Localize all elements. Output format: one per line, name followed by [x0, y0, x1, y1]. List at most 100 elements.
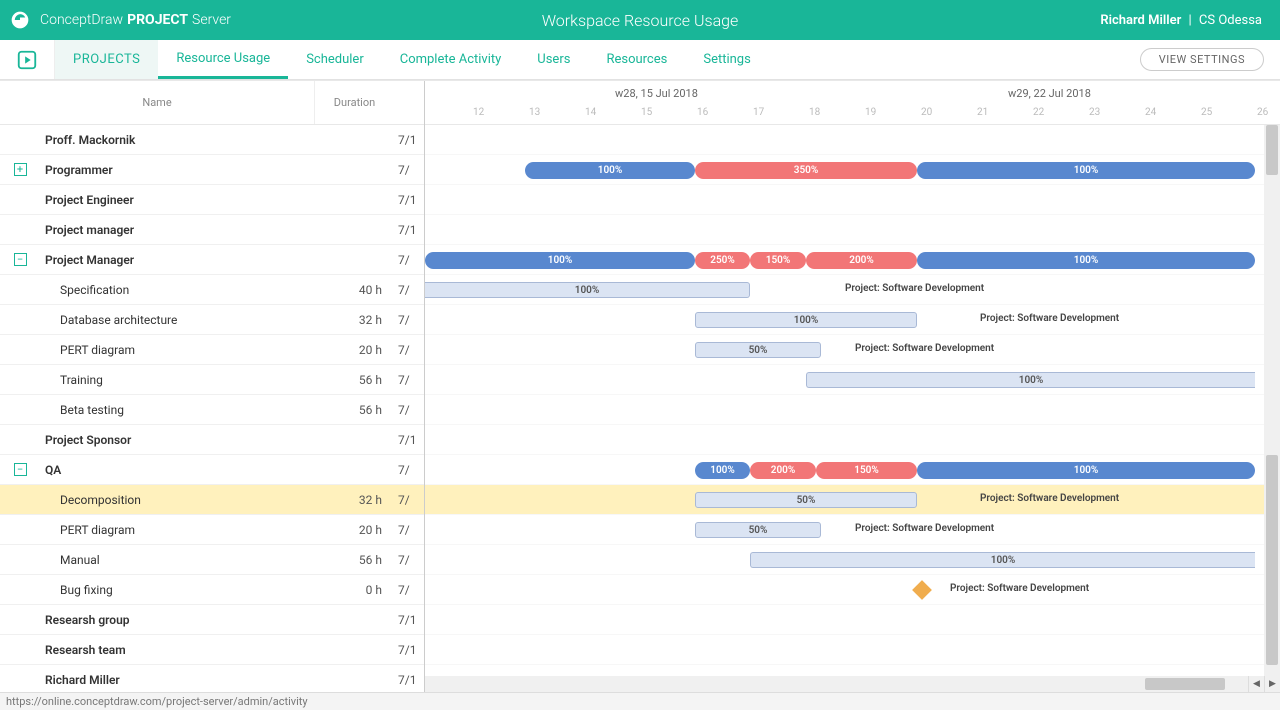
gantt-row[interactable]: [425, 185, 1280, 215]
table-row[interactable]: PERT diagram20 h7/: [0, 515, 424, 545]
timeline-day-label: 17: [753, 107, 764, 118]
table-row[interactable]: Project Sponsor7/1: [0, 425, 424, 455]
brand-part-b: PROJECT: [127, 12, 188, 28]
right-panel: w28, 15 Jul 2018w29, 22 Jul 201812131415…: [425, 81, 1280, 692]
row-name: QA: [40, 463, 314, 477]
table-row[interactable]: +Programmer7/: [0, 155, 424, 185]
tab-resource-usage[interactable]: Resource Usage: [158, 40, 288, 79]
task-bar[interactable]: 50%: [695, 342, 821, 358]
table-row[interactable]: Project Engineer7/1: [0, 185, 424, 215]
gantt-row[interactable]: Project: Software Development: [425, 575, 1280, 605]
status-bar: https://online.conceptdraw.com/project-s…: [0, 692, 1280, 710]
table-row[interactable]: Manual56 h7/: [0, 545, 424, 575]
row-extra: 7/: [394, 463, 424, 477]
table-row[interactable]: Decomposition32 h7/: [0, 485, 424, 515]
overload-bar[interactable]: 150%: [816, 462, 917, 479]
table-row[interactable]: Proff. Mackornik7/1: [0, 125, 424, 155]
table-row[interactable]: Training56 h7/: [0, 365, 424, 395]
table-row[interactable]: −Project Manager7/: [0, 245, 424, 275]
brand-part-c: Server: [192, 12, 231, 28]
tab-resources[interactable]: Resources: [588, 40, 685, 79]
gantt-row[interactable]: 100%: [425, 365, 1280, 395]
vscroll-thumb[interactable]: [1266, 455, 1278, 665]
gantt-row[interactable]: 50% Project: Software Development: [425, 515, 1280, 545]
timeline-day-label: 18: [809, 107, 820, 118]
row-name: Researsh group: [40, 613, 314, 627]
table-row[interactable]: Researsh group7/1: [0, 605, 424, 635]
gantt-area[interactable]: 100%350%100%100%250%150%200%100%100%Proj…: [425, 125, 1280, 692]
task-bar[interactable]: 100%: [750, 552, 1255, 568]
gantt-row[interactable]: 50%Project: Software Development: [425, 335, 1280, 365]
vertical-scrollbar[interactable]: [1264, 125, 1280, 692]
gantt-row[interactable]: [425, 395, 1280, 425]
gantt-row[interactable]: [425, 425, 1280, 455]
milestone-icon[interactable]: [912, 580, 932, 600]
row-name: Beta testing: [40, 403, 314, 417]
allocation-bar[interactable]: 100%: [425, 252, 695, 269]
allocation-bar[interactable]: 100%: [917, 462, 1255, 479]
view-settings-button[interactable]: VIEW SETTINGS: [1140, 48, 1264, 71]
user-info[interactable]: Richard Miller | CS Odessa: [1100, 13, 1262, 28]
tab-complete-activity[interactable]: Complete Activity: [382, 40, 520, 79]
gantt-row[interactable]: 100%: [425, 545, 1280, 575]
table-row[interactable]: Richard Miller7/1: [0, 665, 424, 692]
gantt-row[interactable]: [425, 125, 1280, 155]
gantt-row[interactable]: 100%200%150%100%: [425, 455, 1280, 485]
allocation-bar[interactable]: 100%: [525, 162, 695, 179]
task-bar[interactable]: 100%: [695, 312, 917, 328]
overload-bar[interactable]: 200%: [806, 252, 917, 269]
gantt-row[interactable]: 100%250%150%200%100%: [425, 245, 1280, 275]
expand-icon[interactable]: +: [14, 163, 27, 176]
tab-projects[interactable]: PROJECTS: [55, 40, 158, 79]
overload-bar[interactable]: 150%: [750, 252, 806, 269]
table-row[interactable]: −QA 7/: [0, 455, 424, 485]
task-bar[interactable]: 50%: [695, 522, 821, 538]
hscroll-thumb[interactable]: [1145, 678, 1225, 690]
project-label: Project: Software Development: [855, 523, 994, 534]
task-bar[interactable]: 100%: [425, 282, 750, 298]
project-label: Project: Software Development: [950, 583, 1089, 594]
timeline-day-label: 14: [585, 107, 596, 118]
table-row[interactable]: Specification40 h7/: [0, 275, 424, 305]
project-label: Project: Software Development: [980, 313, 1119, 324]
timeline-day-label: 23: [1089, 107, 1100, 118]
table-row[interactable]: Beta testing56 h7/: [0, 395, 424, 425]
gantt-row[interactable]: 50%Project: Software Development: [425, 485, 1280, 515]
main: Name Duration Proff. Mackornik7/1+Progra…: [0, 80, 1280, 692]
col-header-duration[interactable]: Duration: [314, 81, 394, 124]
home-icon[interactable]: [0, 40, 55, 79]
overload-bar[interactable]: 350%: [695, 162, 917, 179]
table-row[interactable]: Database architecture32 h7/: [0, 305, 424, 335]
table-row[interactable]: Bug fixing0 h7/: [0, 575, 424, 605]
hscroll-right-icon[interactable]: ▶: [1264, 676, 1280, 692]
table-row[interactable]: Project manager7/1: [0, 215, 424, 245]
gantt-row[interactable]: 100%Project: Software Development: [425, 275, 1280, 305]
row-name: Project Sponsor: [40, 433, 314, 447]
allocation-bar[interactable]: 100%: [695, 462, 750, 479]
task-bar[interactable]: 50%: [695, 492, 917, 508]
overload-bar[interactable]: 200%: [750, 462, 816, 479]
tab-scheduler[interactable]: Scheduler: [288, 40, 382, 79]
horizontal-scrollbar[interactable]: ◀ ▶: [425, 676, 1280, 692]
collapse-icon[interactable]: −: [14, 253, 27, 266]
gantt-row[interactable]: [425, 605, 1280, 635]
vscroll-thumb-top[interactable]: [1266, 125, 1278, 175]
task-bar[interactable]: 100%: [806, 372, 1255, 388]
gantt-row[interactable]: 100%350%100%: [425, 155, 1280, 185]
row-name: Bug fixing: [40, 583, 314, 597]
tab-users[interactable]: Users: [519, 40, 588, 79]
table-row[interactable]: Researsh team7/1: [0, 635, 424, 665]
hscroll-left-icon[interactable]: ◀: [1248, 676, 1264, 692]
col-header-name[interactable]: Name: [0, 96, 314, 109]
table-row[interactable]: PERT diagram20 h7/: [0, 335, 424, 365]
allocation-bar[interactable]: 100%: [917, 252, 1255, 269]
gantt-row[interactable]: 100% Project: Software Development: [425, 305, 1280, 335]
collapse-icon[interactable]: −: [14, 463, 27, 476]
timeline-day-label: 25: [1201, 107, 1212, 118]
tab-settings[interactable]: Settings: [685, 40, 768, 79]
allocation-bar[interactable]: 100%: [917, 162, 1255, 179]
overload-bar[interactable]: 250%: [695, 252, 750, 269]
gantt-row[interactable]: [425, 635, 1280, 665]
topbar: ConceptDraw PROJECT Server Workspace Res…: [0, 0, 1280, 40]
gantt-row[interactable]: [425, 215, 1280, 245]
